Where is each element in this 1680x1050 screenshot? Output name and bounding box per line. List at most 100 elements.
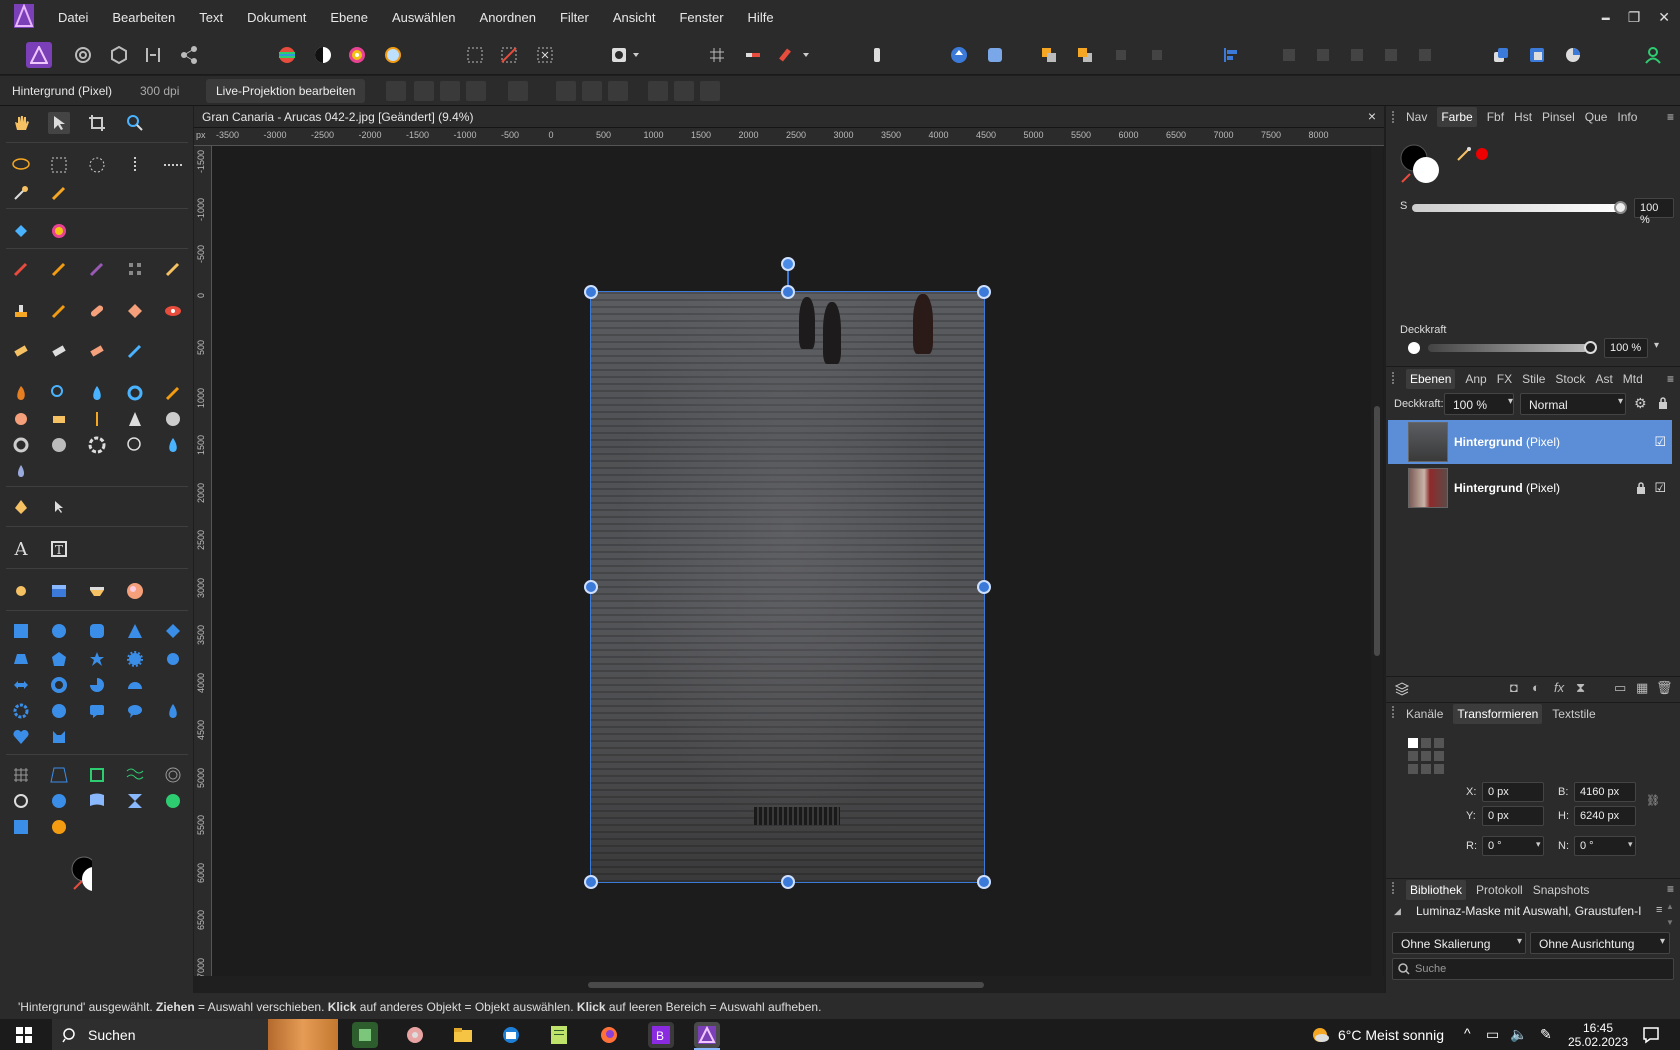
y-field[interactable]: 0 px [1482, 806, 1544, 826]
inpainting-brush-icon[interactable] [48, 408, 70, 430]
horizontal-scrollbar[interactable] [194, 976, 1384, 993]
row-marquee-icon[interactable] [162, 154, 184, 176]
cat-shape-icon[interactable] [48, 726, 70, 748]
vertical-scrollbar[interactable] [1371, 146, 1383, 976]
node-tool-icon[interactable] [48, 496, 70, 518]
firefox-icon[interactable] [596, 1022, 622, 1048]
tab-textstile[interactable]: Textstile [1552, 707, 1595, 721]
color-picker-brush-icon[interactable] [48, 220, 70, 242]
arrange-front-icon[interactable] [946, 42, 972, 68]
width-field[interactable]: 4160 px [1574, 782, 1636, 802]
paint-brush-icon[interactable] [10, 258, 32, 280]
x-field[interactable]: 0 px [1482, 782, 1544, 802]
menu-ebene[interactable]: Ebene [330, 10, 368, 25]
liquify-drop-icon[interactable] [162, 434, 184, 456]
sponge-tool-icon[interactable] [162, 382, 184, 404]
sphere-warp-icon[interactable] [48, 790, 70, 812]
layer-settings-gear-icon[interactable]: ⚙ [1634, 395, 1647, 412]
perspective-tool-icon[interactable] [48, 764, 70, 786]
horizontal-ruler[interactable]: px -3500 -3000 -2500 -2000 -1500 -1000 -500 0 50… [194, 128, 1384, 146]
rect-marquee-icon[interactable] [48, 154, 70, 176]
crescent-shape-icon[interactable] [162, 674, 184, 696]
pen-icon[interactable]: ✎ [1540, 1026, 1552, 1043]
clock-date[interactable]: 25.02.2023 [1566, 1035, 1630, 1049]
height-field[interactable]: 6240 px [1574, 806, 1636, 826]
menu-datei[interactable]: Datei [58, 10, 88, 25]
affinity-publisher-icon[interactable]: B [648, 1022, 674, 1048]
notes-app-icon[interactable] [546, 1022, 572, 1048]
mail-icon[interactable] [498, 1022, 524, 1048]
handle-top-center[interactable] [781, 285, 795, 299]
crop-tool-icon[interactable] [86, 112, 108, 134]
ellipse-shape-icon[interactable] [48, 620, 70, 642]
menu-fenster[interactable]: Fenster [679, 10, 723, 25]
pie-shape-icon[interactable] [86, 674, 108, 696]
panel-menu-icon[interactable]: ≡ [1667, 110, 1674, 124]
tab-protokoll[interactable]: Protokoll [1476, 883, 1523, 897]
layer-stack-icon[interactable] [1394, 681, 1410, 697]
item-menu-icon[interactable]: ≡ [1656, 904, 1662, 916]
blend-mode-select[interactable]: Normal [1520, 393, 1626, 415]
white-balance-icon[interactable] [380, 42, 406, 68]
spiral-warp-icon[interactable] [162, 764, 184, 786]
fx-icon[interactable]: fx [1554, 680, 1564, 695]
file-explorer-icon[interactable] [450, 1022, 476, 1048]
align-left-icon[interactable] [1218, 42, 1244, 68]
contrast-icon[interactable] [310, 42, 336, 68]
liquify-twirl-icon[interactable] [86, 434, 108, 456]
segment-shape-icon[interactable] [124, 674, 146, 696]
handle-middle-left[interactable] [584, 580, 598, 594]
grid-snap-icon[interactable] [704, 42, 730, 68]
frame-text-icon[interactable]: T [48, 538, 70, 560]
handle-middle-right[interactable] [977, 580, 991, 594]
insert-behind-icon[interactable] [1488, 42, 1514, 68]
layer-opacity-select[interactable]: 100 % [1444, 393, 1514, 415]
handle-top-left[interactable] [584, 285, 598, 299]
weather-text[interactable]: 6°C Meist sonnig [1338, 1027, 1444, 1043]
scrollbar-thumb[interactable] [1374, 406, 1380, 656]
notification-icon[interactable] [1642, 1026, 1660, 1044]
tab-hst[interactable]: Hst [1514, 110, 1532, 124]
align-middle-ctx-icon[interactable] [674, 81, 694, 101]
patch-tool-icon[interactable] [86, 300, 108, 322]
sphere-tool-icon[interactable] [124, 580, 146, 602]
flood-select-icon[interactable] [10, 182, 32, 204]
photo-persona-icon[interactable] [26, 42, 52, 68]
maximize-button[interactable]: ❐ [1628, 9, 1641, 26]
donut-shape-icon[interactable] [48, 674, 70, 696]
tab-stock[interactable]: Stock [1555, 372, 1585, 386]
hide-selection-icon[interactable] [414, 81, 434, 101]
rectangle-shape-icon[interactable] [10, 620, 32, 642]
tab-fx[interactable]: FX [1497, 372, 1512, 386]
opacity-slider[interactable] [1428, 344, 1588, 352]
sharpen-brush-icon[interactable] [124, 382, 146, 404]
affinity-photo-icon[interactable] [694, 1022, 720, 1048]
link-aspect-icon[interactable]: ⛓ [1646, 794, 1660, 807]
burst-shape-icon[interactable] [124, 648, 146, 670]
layer-visibility-checkbox[interactable]: ☑ [1654, 434, 1666, 450]
pencil-tool-icon[interactable] [162, 258, 184, 280]
group-folder-icon[interactable]: ▭ [1614, 680, 1626, 696]
tray-chevron-up-icon[interactable]: ^ [1464, 1025, 1471, 1041]
handle-top-right[interactable] [977, 285, 991, 299]
canvas[interactable] [213, 147, 1365, 976]
eyedropper-icon[interactable] [1456, 146, 1472, 162]
scale-select[interactable]: Ohne Skalierung [1392, 932, 1526, 954]
layer-lock-icon[interactable] [1636, 482, 1646, 494]
taskbar-app-icon[interactable] [402, 1022, 428, 1048]
tear-shape-icon[interactable] [162, 700, 184, 722]
close-document-button[interactable]: × [1368, 108, 1376, 124]
red-eye-tool-icon[interactable] [162, 300, 184, 322]
tab-mtd[interactable]: Mtd [1623, 372, 1643, 386]
layer-row-selected[interactable]: Hintergrund (Pixel) ☑ [1388, 420, 1672, 464]
scroll-down-icon[interactable]: ▼ [1666, 918, 1674, 927]
align-tool-icon[interactable] [982, 42, 1008, 68]
color-replace-brush-icon[interactable] [48, 258, 70, 280]
pixel-tool-icon[interactable] [124, 258, 146, 280]
tab-fbf[interactable]: Fbf [1487, 110, 1504, 124]
tab-stile[interactable]: Stile [1522, 372, 1545, 386]
shear-field[interactable]: 0 ° [1574, 836, 1636, 856]
picked-color-swatch[interactable] [1476, 148, 1488, 160]
insert-inside-icon[interactable] [1524, 42, 1550, 68]
move-tool-icon[interactable] [48, 112, 70, 134]
